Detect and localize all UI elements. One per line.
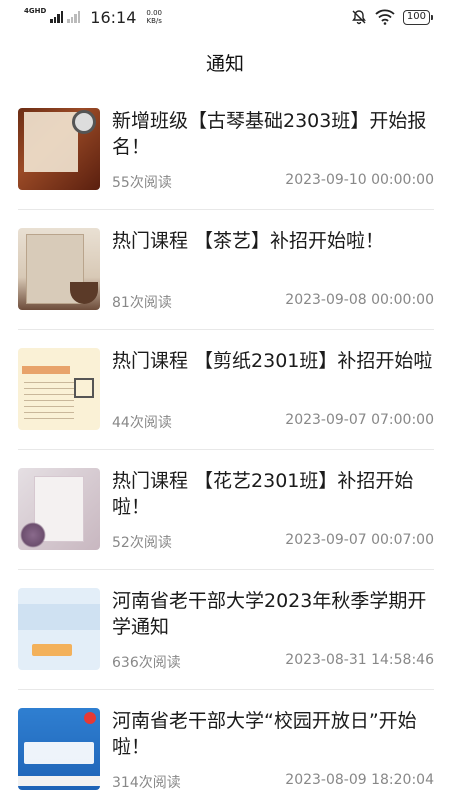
status-bar: 4GHD 16:14 0.00 KB/s 100 bbox=[0, 0, 450, 34]
notice-item[interactable]: 热门课程 【剪纸2301班】补招开始啦 44次阅读 2023-09-07 07:… bbox=[18, 330, 434, 450]
notice-title: 河南省老干部大学2023年秋季学期开学通知 bbox=[112, 590, 427, 638]
status-right: 100 bbox=[351, 9, 434, 25]
notice-date: 2023-09-07 07:00:00 bbox=[285, 412, 434, 428]
notice-thumbnail-open-day bbox=[18, 708, 100, 790]
notice-title: 热门课程 【剪纸2301班】补招开始啦 bbox=[112, 350, 433, 372]
read-count: 52次阅读 bbox=[112, 535, 172, 551]
network-speed-unit: KB/s bbox=[146, 17, 162, 25]
notice-date: 2023-09-10 00:00:00 bbox=[285, 172, 434, 188]
notice-item[interactable]: 热门课程 【花艺2301班】补招开始啦！ 52次阅读 2023-09-07 00… bbox=[18, 450, 434, 570]
page-title: 通知 bbox=[205, 52, 244, 75]
notice-item[interactable]: 河南省老干部大学2023年秋季学期开学通知 636次阅读 2023-08-31 … bbox=[18, 570, 434, 690]
network-speed-value: 0.00 bbox=[146, 9, 162, 17]
read-count: 44次阅读 bbox=[112, 415, 172, 431]
signal-icon-secondary bbox=[67, 11, 81, 23]
read-count: 81次阅读 bbox=[112, 295, 172, 311]
notice-thumbnail-semester bbox=[18, 588, 100, 670]
notice-thumbnail-papercut bbox=[18, 348, 100, 430]
notice-list: 新增班级【古琴基础2303班】开始报名！ 55次阅读 2023-09-10 00… bbox=[18, 90, 434, 800]
read-count: 636次阅读 bbox=[112, 655, 181, 671]
notice-title: 新增班级【古琴基础2303班】开始报名！ bbox=[112, 110, 427, 158]
read-count: 314次阅读 bbox=[112, 775, 181, 791]
status-left: 4GHD 16:14 0.00 KB/s bbox=[24, 6, 162, 27]
notice-date: 2023-08-09 18:20:04 bbox=[285, 772, 434, 788]
notice-thumbnail-tea bbox=[18, 228, 100, 310]
notice-date: 2023-08-31 14:58:46 bbox=[285, 652, 434, 668]
notice-date: 2023-09-08 00:00:00 bbox=[285, 292, 434, 308]
wifi-icon bbox=[375, 9, 395, 25]
page-header: 通知 bbox=[0, 40, 450, 84]
network-speed: 0.00 KB/s bbox=[146, 9, 162, 25]
signal-icon bbox=[50, 11, 64, 23]
notice-thumbnail-guqin bbox=[18, 108, 100, 190]
clock: 16:14 bbox=[90, 7, 137, 27]
read-count: 55次阅读 bbox=[112, 175, 172, 191]
notice-title: 河南省老干部大学“校园开放日”开始啦！ bbox=[112, 710, 417, 758]
network-type: 4GHD bbox=[24, 6, 47, 15]
notice-date: 2023-09-07 00:07:00 bbox=[285, 532, 434, 548]
notice-title: 热门课程 【茶艺】补招开始啦！ bbox=[112, 230, 385, 252]
notice-item[interactable]: 新增班级【古琴基础2303班】开始报名！ 55次阅读 2023-09-10 00… bbox=[18, 90, 434, 210]
mute-bell-icon bbox=[352, 10, 366, 25]
notice-item[interactable]: 热门课程 【茶艺】补招开始啦！ 81次阅读 2023-09-08 00:00:0… bbox=[18, 210, 434, 330]
battery-icon: 100 bbox=[402, 9, 434, 25]
notice-item[interactable]: 河南省老干部大学“校园开放日”开始啦！ 314次阅读 2023-08-09 18… bbox=[18, 690, 434, 800]
notice-thumbnail-flower bbox=[18, 468, 100, 550]
notice-title: 热门课程 【花艺2301班】补招开始啦！ bbox=[112, 470, 414, 518]
